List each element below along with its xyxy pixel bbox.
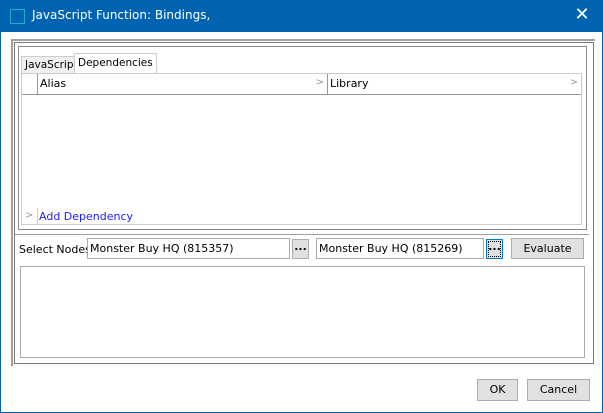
cancel-button[interactable]: Cancel: [527, 379, 590, 401]
add-dependency-link[interactable]: Add Dependency: [39, 210, 133, 223]
tab-panel: JavaScript Dependencies Alias > Library > …: [18, 46, 587, 230]
node1-input[interactable]: Monster Buy HQ (815357): [87, 238, 290, 259]
column-alias-label: Alias: [40, 77, 67, 90]
tab-javascript[interactable]: JavaScript: [21, 56, 82, 73]
column-library-label: Library: [330, 77, 369, 90]
window-title: JavaScript Function: Bindings,: [32, 8, 211, 22]
chevron-right-icon: >: [22, 208, 38, 225]
tab-dependencies[interactable]: Dependencies: [74, 53, 157, 73]
title-bar: JavaScript Function: Bindings, ✕: [1, 1, 602, 32]
chevron-right-icon: >: [315, 77, 324, 88]
ok-button[interactable]: OK: [477, 379, 518, 401]
node2-input[interactable]: Monster Buy HQ (815269): [316, 238, 484, 259]
dialog-window: JavaScript Function: Bindings, ✕ JavaScr…: [0, 0, 603, 413]
grid-header: Alias > Library >: [22, 74, 581, 95]
app-icon: [10, 9, 25, 24]
divider: [15, 234, 589, 235]
chevron-right-icon: >: [569, 77, 578, 88]
browse-node2-button[interactable]: ...: [486, 239, 503, 259]
browse-node1-button[interactable]: ...: [292, 239, 309, 259]
output-area[interactable]: [20, 266, 585, 358]
column-library[interactable]: Library >: [327, 74, 581, 95]
column-alias[interactable]: Alias >: [37, 74, 327, 95]
dependencies-grid: Alias > Library > > Add Dependency: [21, 73, 582, 225]
close-icon[interactable]: ✕: [570, 4, 594, 25]
select-nodes-label: Select Nodes: [19, 243, 91, 256]
evaluate-button[interactable]: Evaluate: [511, 238, 584, 259]
